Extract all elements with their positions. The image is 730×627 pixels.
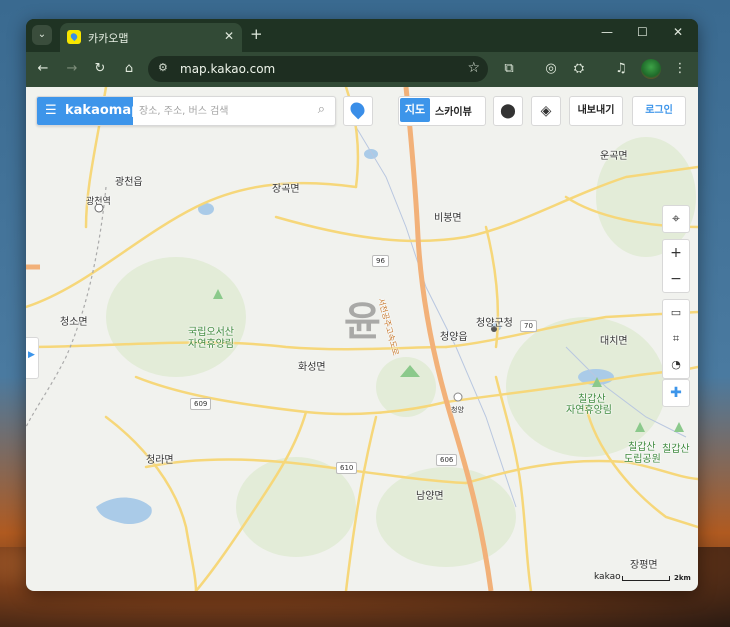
- map-search-bar: ☰ kakaomap ⌕: [36, 96, 336, 126]
- place-hwaseong[interactable]: 화성면: [298, 358, 326, 373]
- browser-window: ⌄ 카카오맵 ✕ + — ☐ ✕ ← → ↻ ⌂ ⚙ map.kakao.com…: [26, 19, 698, 591]
- place-janggok[interactable]: 장곡면: [272, 180, 300, 195]
- ruler-icon[interactable]: ▭: [663, 300, 689, 326]
- location-pin-icon: [347, 99, 368, 120]
- zoom-out-button[interactable]: −: [663, 266, 689, 292]
- current-location-control[interactable]: ⌖: [662, 205, 690, 233]
- chevron-right-icon: ▶: [28, 350, 35, 360]
- watermark-text: 윤: [344, 299, 381, 345]
- media-icon[interactable]: ♫: [612, 60, 630, 78]
- place-chilgapsan-2[interactable]: 자연휴양림: [566, 401, 612, 416]
- place-chilgapsan-peak[interactable]: 칠갑산: [662, 440, 690, 455]
- road-shield-70: 70: [520, 320, 537, 332]
- forward-icon[interactable]: →: [63, 60, 81, 78]
- road-shield-610: 610: [336, 462, 358, 474]
- tab-title: 카카오맵: [88, 32, 129, 45]
- zoom-control: + −: [662, 239, 690, 293]
- layers-button[interactable]: ◈: [531, 96, 561, 126]
- tab-search-button[interactable]: ⌄: [32, 25, 52, 45]
- export-button[interactable]: 내보내기: [569, 96, 623, 126]
- place-daechi[interactable]: 대치면: [600, 332, 628, 347]
- place-cheongso[interactable]: 청소면: [60, 313, 88, 328]
- road-shield-96: 96: [372, 255, 389, 267]
- map-canvas[interactable]: 광천읍 광천역 장곡면 비봉면 운곡면 청소면 국립오서산 자연휴양림 화성면 …: [26, 87, 698, 591]
- menu-kebab-icon[interactable]: ⋮: [671, 60, 689, 78]
- kakaomap-favicon-icon: [67, 30, 81, 44]
- place-ungok[interactable]: 운곡면: [600, 147, 628, 162]
- maptype-skyview-button[interactable]: 스카이뷰: [435, 103, 472, 118]
- compass-icon[interactable]: ◔: [663, 352, 689, 378]
- bookmark-star-icon[interactable]: ☆: [467, 60, 480, 76]
- screenshot-icon[interactable]: ◎: [542, 60, 560, 78]
- tab-close-icon[interactable]: ✕: [224, 29, 234, 43]
- panel-open-handle[interactable]: ▶: [26, 337, 39, 379]
- address-url: map.kakao.com: [180, 62, 276, 76]
- tab-strip: ⌄ 카카오맵 ✕ + — ☐ ✕: [26, 19, 698, 52]
- area-icon[interactable]: ⌗: [663, 326, 689, 352]
- scale-brand: kakao: [594, 572, 621, 582]
- incognito-icon[interactable]: ⛭: [570, 60, 588, 78]
- place-ohseosan-2[interactable]: 자연휴양림: [188, 335, 234, 350]
- place-jangpyeong[interactable]: 장평면: [630, 556, 658, 571]
- browser-toolbar: ← → ↻ ⌂ ⚙ map.kakao.com ☆ ⧉ ◎ ⛭ ♫ ⋮: [26, 52, 698, 87]
- address-bar[interactable]: ⚙ map.kakao.com ☆: [148, 56, 488, 82]
- scale-unit: 2km: [674, 574, 691, 582]
- reload-icon[interactable]: ↻: [91, 60, 109, 78]
- map-search-input[interactable]: [137, 99, 311, 123]
- scale-bar: [622, 576, 670, 581]
- minimize-button[interactable]: —: [601, 25, 613, 39]
- search-icon[interactable]: ⌕: [318, 102, 325, 117]
- maptype-map-button[interactable]: 지도: [400, 98, 430, 122]
- place-bibong[interactable]: 비봉면: [434, 209, 462, 224]
- road-shield-606: 606: [436, 454, 458, 466]
- route-pin-button[interactable]: [343, 96, 373, 126]
- interchange-icon: [453, 392, 463, 402]
- map-marker-icon: ⬤: [500, 103, 516, 119]
- home-icon[interactable]: ⌂: [120, 60, 138, 78]
- profile-avatar[interactable]: [641, 59, 661, 79]
- site-info-icon[interactable]: ⚙: [158, 61, 168, 74]
- maximize-button[interactable]: ☐: [637, 25, 648, 39]
- poi-button[interactable]: ⬤: [493, 96, 523, 126]
- login-button[interactable]: 로그인: [632, 96, 686, 126]
- new-tab-button[interactable]: +: [250, 25, 263, 43]
- extensions-icon[interactable]: ⧉: [500, 60, 518, 78]
- close-window-button[interactable]: ✕: [673, 25, 683, 39]
- place-gwangcheon-eup[interactable]: 광천읍: [115, 173, 143, 188]
- road-shield-609: 609: [190, 398, 212, 410]
- railway: [26, 186, 107, 428]
- tool-control: ▭ ⌗ ◔: [662, 299, 690, 379]
- maptype-toggle: 지도 스카이뷰: [398, 96, 486, 126]
- back-icon[interactable]: ←: [34, 60, 52, 78]
- place-chilgapsan-park-2[interactable]: 도립공원: [624, 450, 661, 465]
- place-gwangcheon-station[interactable]: 광천역: [86, 194, 111, 207]
- hamburger-menu-icon[interactable]: ☰: [45, 103, 57, 118]
- place-cheongyang-ic[interactable]: 청양: [451, 405, 464, 415]
- place-namyang[interactable]: 남양면: [416, 487, 444, 502]
- tab-kakaomap[interactable]: 카카오맵 ✕: [60, 23, 242, 52]
- add-place-control[interactable]: ✚: [662, 379, 690, 407]
- add-pin-icon: ✚: [670, 385, 682, 401]
- place-cheongyang-gun[interactable]: 청양군청: [476, 314, 513, 329]
- kakaomap-brand[interactable]: ☰ kakaomap: [37, 97, 140, 125]
- crosshair-icon: ⌖: [672, 211, 680, 227]
- layers-icon: ◈: [540, 103, 552, 119]
- place-cheongna[interactable]: 청라면: [146, 451, 174, 466]
- kakaomap-logo: kakaomap: [65, 103, 141, 118]
- place-cheongyang-eup[interactable]: 청양읍: [440, 328, 468, 343]
- zoom-in-button[interactable]: +: [663, 240, 689, 266]
